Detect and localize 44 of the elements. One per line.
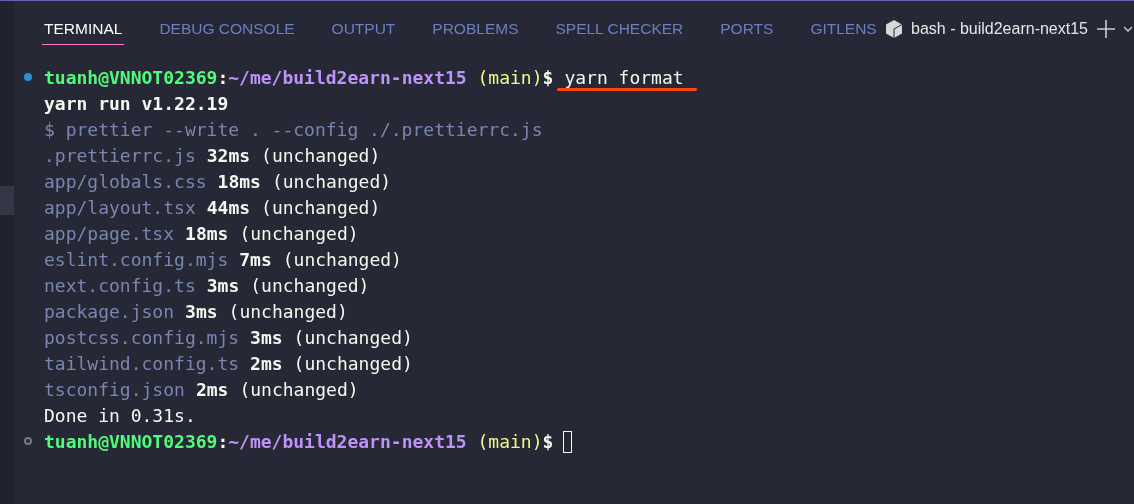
format-status: (unchanged) xyxy=(271,170,392,194)
file-path: tsconfig.json xyxy=(44,378,185,402)
format-status: (unchanged) xyxy=(261,196,381,220)
panel-tab[interactable]: OUTPUT xyxy=(329,13,398,45)
file-path: package.json xyxy=(44,300,175,324)
file-path: eslint.config.mjs xyxy=(44,248,229,272)
panel-tab[interactable]: PORTS xyxy=(718,13,776,45)
format-status: (unchanged) xyxy=(239,222,359,246)
format-status: (unchanged) xyxy=(228,300,348,324)
file-path: app/page.tsx xyxy=(44,222,175,246)
command-text: yarn format xyxy=(564,66,684,90)
file-path: postcss.config.mjs xyxy=(44,326,240,350)
panel-tab[interactable]: PROBLEMS xyxy=(430,13,521,45)
prompt-line: tuanh@VNNOT02369:~/me/build2earn-next15 (main)$ xyxy=(44,430,554,454)
duration: 3ms xyxy=(206,274,240,298)
duration: 18ms xyxy=(217,170,261,194)
format-status: (unchanged) xyxy=(261,144,381,168)
duration: 7ms xyxy=(239,248,272,272)
duration: 2ms xyxy=(250,352,283,376)
duration: 3ms xyxy=(250,326,283,350)
panel-tab[interactable]: DEBUG CONSOLE xyxy=(157,13,297,45)
duration: 3ms xyxy=(185,300,218,324)
format-status: (unchanged) xyxy=(293,326,413,350)
terminal-selector[interactable]: bash - build2earn-next15 xyxy=(885,19,1088,39)
duration: 2ms xyxy=(195,378,229,402)
file-path: next.config.ts xyxy=(44,274,196,298)
duration: 44ms xyxy=(206,196,251,220)
output-line: Done in 0.31s. xyxy=(44,404,196,428)
prompt-line: tuanh@VNNOT02369:~/me/build2earn-next15 (main)$ xyxy=(44,66,554,90)
format-status: (unchanged) xyxy=(250,274,370,298)
format-status: (unchanged) xyxy=(282,248,402,272)
duration: 18ms xyxy=(185,222,229,246)
format-status: (unchanged) xyxy=(239,378,359,402)
output-line: $ prettier --write . --config ./.prettierrc.js xyxy=(44,118,543,142)
file-path: app/globals.css xyxy=(44,170,207,194)
file-path: app/layout.tsx xyxy=(44,196,196,220)
file-path: tailwind.config.ts xyxy=(44,352,240,376)
file-path: .prettierrc.js xyxy=(44,144,196,168)
duration: 32ms xyxy=(206,144,251,168)
panel-tab[interactable]: GITLENS xyxy=(808,13,879,45)
panel-tab[interactable]: TERMINAL xyxy=(42,13,125,45)
output-line: yarn run v1.22.19 xyxy=(44,92,229,116)
panel-tab[interactable]: SPELL CHECKER xyxy=(553,13,686,45)
format-status: (unchanged) xyxy=(293,352,413,376)
